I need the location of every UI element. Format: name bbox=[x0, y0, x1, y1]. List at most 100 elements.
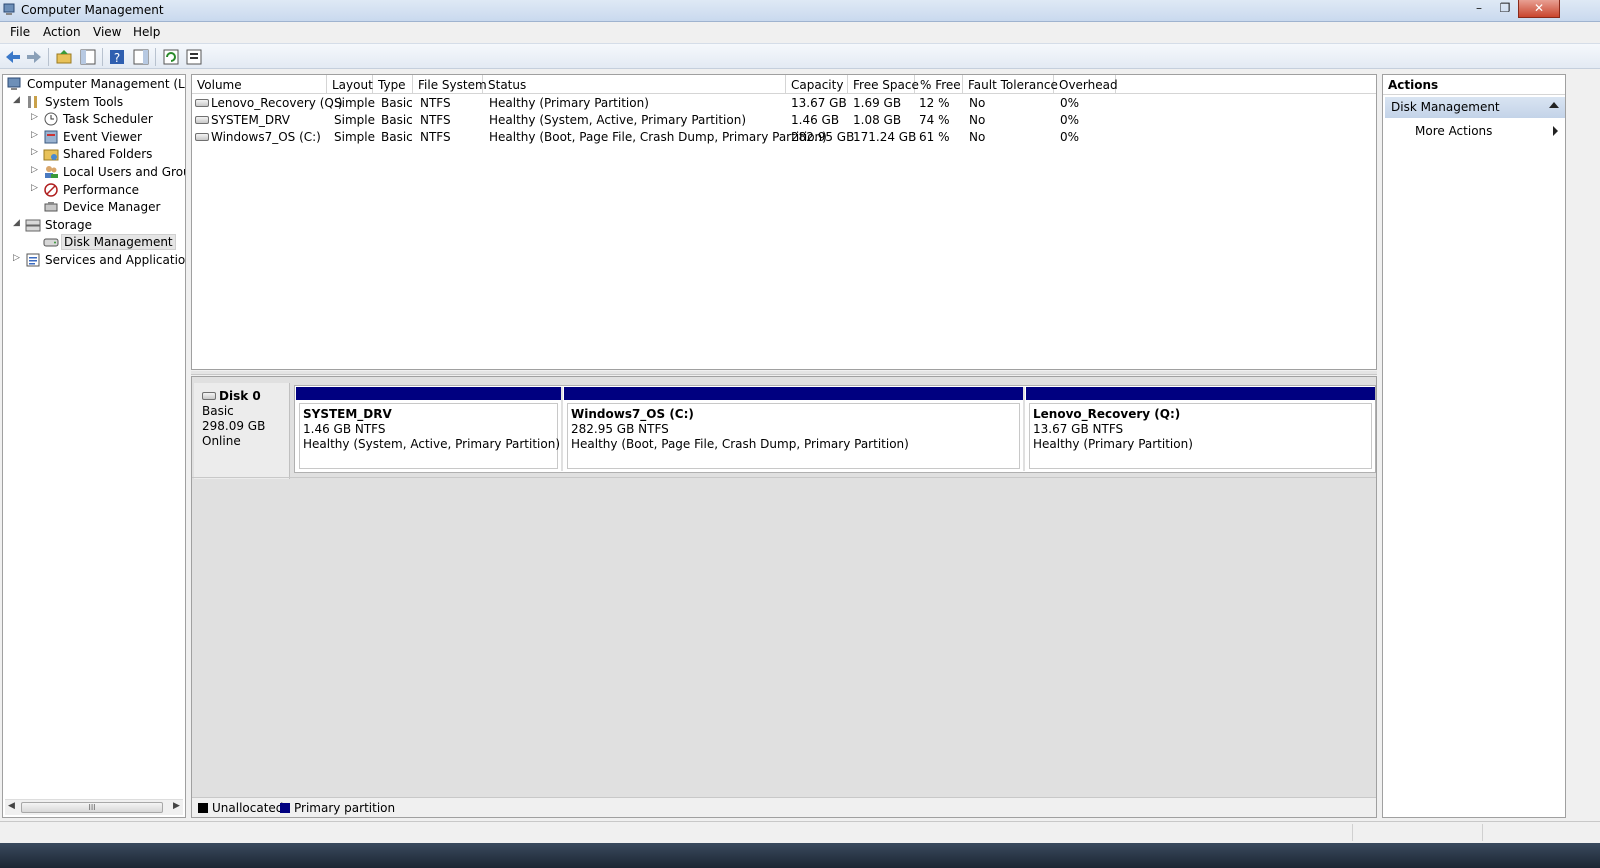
table-row[interactable]: Windows7_OS (C:) Simple Basic NTFS Healt… bbox=[192, 129, 1376, 146]
status-pane bbox=[1352, 824, 1482, 841]
scroll-right-arrow-icon[interactable]: ▶ bbox=[173, 801, 180, 811]
expander-icon[interactable]: ▷ bbox=[31, 112, 41, 122]
back-arrow-icon[interactable] bbox=[4, 48, 22, 66]
taskbar bbox=[0, 843, 1600, 868]
device-manager-icon bbox=[44, 202, 58, 212]
cell-free-space: 1.69 GB bbox=[853, 96, 902, 110]
disk-icon bbox=[202, 392, 216, 400]
column-header-status[interactable]: Status bbox=[483, 75, 786, 94]
expander-icon[interactable]: ▷ bbox=[31, 165, 41, 175]
up-folder-icon[interactable] bbox=[55, 48, 73, 66]
submenu-arrow-icon[interactable] bbox=[1553, 126, 1558, 136]
tree-item-label: System Tools bbox=[45, 95, 124, 109]
column-header-fault-tolerance[interactable]: Fault Tolerance bbox=[963, 75, 1058, 94]
tree-item-label: Storage bbox=[45, 218, 92, 232]
shared-folder-icon bbox=[43, 149, 59, 161]
cell-capacity: 282.95 GB bbox=[791, 130, 855, 144]
show-hide-action-pane-icon[interactable] bbox=[132, 48, 150, 66]
partition-size: 1.46 GB NTFS bbox=[303, 422, 386, 436]
drive-icon bbox=[195, 99, 209, 107]
maximize-button[interactable]: ❐ bbox=[1492, 0, 1518, 18]
cell-capacity: 13.67 GB bbox=[791, 96, 847, 110]
cell-layout: Simple bbox=[334, 96, 375, 110]
partition-name: Lenovo_Recovery (Q:) bbox=[1033, 407, 1181, 421]
partition-status: Healthy (System, Active, Primary Partiti… bbox=[303, 437, 561, 451]
tree-horizontal-scrollbar[interactable]: ◀ III ▶ bbox=[5, 799, 183, 815]
collapse-arrow-icon[interactable] bbox=[1549, 102, 1559, 108]
column-header-overhead[interactable]: Overhead bbox=[1054, 75, 1118, 94]
expander-icon[interactable]: ▷ bbox=[13, 253, 23, 263]
tree-item-label: Local Users and Groups bbox=[63, 165, 185, 179]
column-header-volume[interactable]: Volume bbox=[192, 75, 327, 94]
status-pane bbox=[1482, 824, 1600, 841]
pane-splitter[interactable] bbox=[191, 371, 1377, 375]
toolbar: ? bbox=[0, 43, 1600, 69]
legend-swatch-unallocated bbox=[198, 803, 208, 813]
disk-map: Disk 0 Basic 298.09 GB Online SYSTEM_DRV… bbox=[191, 376, 1377, 818]
tree-item-label: Disk Management bbox=[61, 234, 176, 250]
partition-status: Healthy (Primary Partition) bbox=[1033, 437, 1193, 451]
cell-layout: Simple bbox=[334, 113, 375, 127]
cell-file-system: NTFS bbox=[420, 113, 451, 127]
show-hide-tree-icon[interactable] bbox=[79, 48, 97, 66]
actions-section-disk-management[interactable]: Disk Management bbox=[1385, 97, 1565, 118]
clock-icon bbox=[44, 112, 58, 126]
properties-icon[interactable] bbox=[185, 48, 203, 66]
partition-system-drv[interactable]: SYSTEM_DRV 1.46 GB NTFS Healthy (System,… bbox=[296, 387, 563, 471]
cell-free-space: 1.08 GB bbox=[853, 113, 902, 127]
cell-overhead: 0% bbox=[1060, 130, 1080, 144]
expander-icon[interactable]: ▷ bbox=[31, 130, 41, 140]
cell-type: Basic bbox=[381, 96, 413, 110]
actions-pane: Actions Disk Management More Actions bbox=[1382, 74, 1566, 818]
help-icon[interactable]: ? bbox=[108, 48, 126, 66]
legend: Unallocated Primary partition bbox=[192, 797, 1376, 817]
partition-windows7-os[interactable]: Windows7_OS (C:) 282.95 GB NTFS Healthy … bbox=[564, 387, 1025, 471]
minimize-button[interactable]: – bbox=[1466, 0, 1492, 18]
menu-view[interactable]: View bbox=[93, 25, 121, 39]
users-icon bbox=[45, 166, 58, 178]
toolbar-separator bbox=[48, 48, 49, 66]
cell-capacity: 1.46 GB bbox=[791, 113, 840, 127]
column-header-capacity[interactable]: Capacity bbox=[786, 75, 848, 94]
status-bar bbox=[0, 821, 1600, 843]
cell-overhead: 0% bbox=[1060, 96, 1080, 110]
cell-fault-tolerance: No bbox=[969, 96, 986, 110]
disk-row-divider bbox=[192, 477, 1376, 478]
cell-free-space: 171.24 GB bbox=[853, 130, 917, 144]
column-header-layout[interactable]: Layout bbox=[327, 75, 373, 94]
refresh-icon[interactable] bbox=[162, 48, 180, 66]
partition-body: Windows7_OS (C:) 282.95 GB NTFS Healthy … bbox=[567, 403, 1020, 469]
cell-volume: SYSTEM_DRV bbox=[211, 113, 290, 127]
performance-icon bbox=[44, 183, 58, 197]
partition-lenovo-recovery[interactable]: Lenovo_Recovery (Q:) 13.67 GB NTFS Healt… bbox=[1026, 387, 1375, 471]
toolbar-separator bbox=[102, 48, 103, 66]
column-header-type[interactable]: Type bbox=[373, 75, 413, 94]
table-row[interactable]: SYSTEM_DRV Simple Basic NTFS Healthy (Sy… bbox=[192, 112, 1376, 129]
primary-partition-bar bbox=[296, 387, 561, 400]
scrollbar-thumb[interactable]: III bbox=[21, 802, 163, 813]
scroll-left-arrow-icon[interactable]: ◀ bbox=[8, 801, 15, 811]
column-header-percent-free[interactable]: % Free bbox=[915, 75, 963, 94]
close-button[interactable]: ✕ bbox=[1518, 0, 1560, 18]
primary-partition-bar bbox=[564, 387, 1023, 400]
table-row[interactable]: Lenovo_Recovery (Q:) Simple Basic NTFS H… bbox=[192, 95, 1376, 112]
more-actions-item[interactable]: More Actions bbox=[1415, 124, 1492, 138]
expander-icon[interactable]: ▷ bbox=[31, 147, 41, 157]
forward-arrow-icon[interactable] bbox=[25, 48, 43, 66]
disk-name: Disk 0 bbox=[202, 389, 289, 404]
cell-status: Healthy (Boot, Page File, Crash Dump, Pr… bbox=[489, 130, 827, 144]
expander-icon[interactable]: ◢ bbox=[13, 218, 23, 228]
expander-icon[interactable]: ◢ bbox=[13, 95, 23, 105]
expander-icon[interactable]: ▷ bbox=[31, 183, 41, 193]
menu-file[interactable]: File bbox=[10, 25, 30, 39]
menu-action[interactable]: Action bbox=[43, 25, 81, 39]
column-header-free-space[interactable]: Free Space bbox=[848, 75, 919, 94]
menu-help[interactable]: Help bbox=[133, 25, 160, 39]
menu-bar: File Action View Help bbox=[0, 22, 1600, 42]
svg-text:?: ? bbox=[114, 51, 120, 65]
column-header-file-system[interactable]: File System bbox=[413, 75, 487, 94]
volume-list: Volume Layout Type File System Status Ca… bbox=[191, 74, 1377, 370]
cell-layout: Simple bbox=[334, 130, 375, 144]
disk-0-info[interactable]: Disk 0 Basic 298.09 GB Online bbox=[194, 383, 290, 479]
tree-item-label: Event Viewer bbox=[63, 130, 142, 144]
